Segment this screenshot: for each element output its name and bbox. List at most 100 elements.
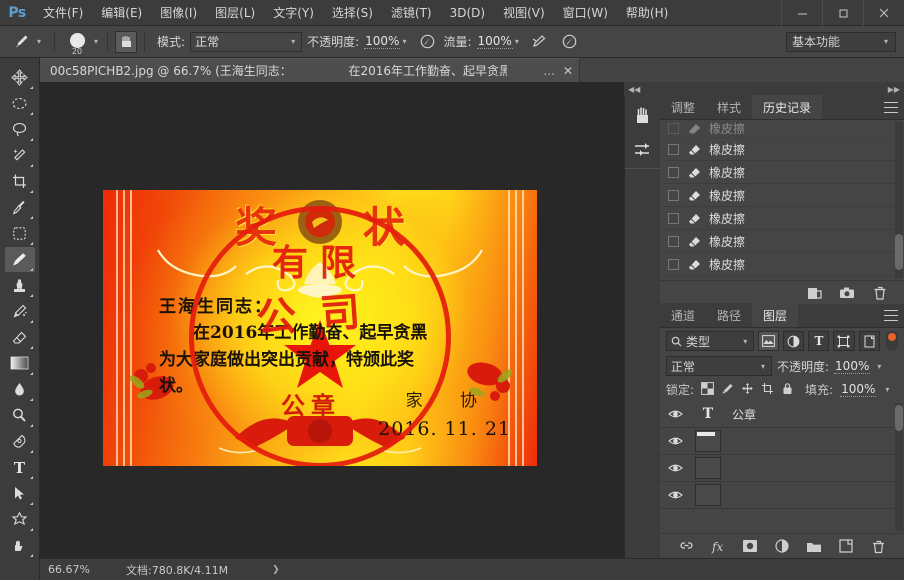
shape-tool[interactable] <box>5 507 35 532</box>
pen-tool[interactable] <box>5 429 35 454</box>
layer-thumbnail[interactable]: T <box>690 403 726 425</box>
history-item[interactable]: 橡皮擦 <box>660 230 904 253</box>
adjustments-panel-icon-button[interactable] <box>628 134 658 164</box>
layer-row[interactable] <box>660 428 904 455</box>
collapse-left-icon[interactable]: ◀◀ <box>628 85 640 94</box>
dodge-tool[interactable] <box>5 403 35 428</box>
layer-row[interactable]: T 公章 <box>660 401 904 428</box>
history-item[interactable]: 橡皮擦 <box>660 184 904 207</box>
layer-thumbnail[interactable] <box>690 484 726 506</box>
filter-shape-button[interactable] <box>833 331 854 351</box>
move-tool[interactable] <box>5 65 35 90</box>
lock-artboard-icon[interactable] <box>761 382 774 398</box>
patch-tool[interactable] <box>5 221 35 246</box>
history-brush-tool[interactable] <box>5 299 35 324</box>
menu-layer[interactable]: 图层(L) <box>206 0 264 26</box>
tab-layers[interactable]: 图层 <box>752 303 798 327</box>
lock-position-icon[interactable] <box>741 382 754 398</box>
canvas-area[interactable]: 奖状 王海生同志： 在2016年工作勤奋、起早贪黑 为大家庭做出突出贡献，特颁此… <box>40 82 660 558</box>
brush-size-chevron-icon[interactable]: ▾ <box>92 37 100 46</box>
status-zoom-level[interactable]: 66.67% <box>40 563 102 576</box>
layer-thumbnail[interactable] <box>690 457 726 479</box>
menu-3d[interactable]: 3D(D) <box>441 0 494 26</box>
history-snapshot-checkbox[interactable] <box>668 144 679 155</box>
brush-preset-picker[interactable]: ▾ <box>6 31 47 53</box>
layer-blend-mode-select[interactable]: 正常 ▾ <box>666 356 772 376</box>
layer-style-icon[interactable]: fx <box>710 538 727 555</box>
flow-value[interactable]: 100% <box>477 34 513 49</box>
layer-opacity-value[interactable]: 100% <box>834 359 870 374</box>
tab-channels[interactable]: 通道 <box>660 303 706 327</box>
brush-tool[interactable] <box>5 247 35 272</box>
tab-paths[interactable]: 路径 <box>706 303 752 327</box>
history-item[interactable]: 橡皮擦 <box>660 138 904 161</box>
filter-adjustment-button[interactable] <box>783 331 804 351</box>
close-button[interactable] <box>863 0 904 26</box>
history-item[interactable]: 橡皮擦 <box>660 276 904 280</box>
layer-visibility-toggle[interactable] <box>660 408 690 420</box>
create-document-from-state-icon[interactable] <box>805 284 822 301</box>
layer-row[interactable] <box>660 482 904 509</box>
layer-row[interactable] <box>660 455 904 482</box>
menu-filter[interactable]: 滤镜(T) <box>382 0 441 26</box>
menu-image[interactable]: 图像(I) <box>151 0 206 26</box>
eraser-tool[interactable] <box>5 325 35 350</box>
status-expand-icon[interactable]: ❯ <box>228 565 280 575</box>
history-list[interactable]: 橡皮擦 橡皮擦 橡皮擦 橡皮擦 <box>660 120 904 280</box>
crop-tool[interactable] <box>5 169 35 194</box>
type-tool[interactable]: T <box>5 455 35 480</box>
menu-window[interactable]: 窗口(W) <box>554 0 617 26</box>
filter-type-button[interactable]: T <box>808 331 829 351</box>
workspace-select[interactable]: 基本功能 ▾ <box>786 32 896 52</box>
layer-visibility-toggle[interactable] <box>660 435 690 447</box>
history-snapshot-checkbox[interactable] <box>668 123 679 134</box>
lasso-tool[interactable] <box>5 117 35 142</box>
marquee-tool[interactable] <box>5 91 35 116</box>
menu-view[interactable]: 视图(V) <box>494 0 554 26</box>
history-snapshot-checkbox[interactable] <box>668 190 679 201</box>
history-panel-menu-icon[interactable] <box>884 102 898 113</box>
clone-stamp-tool[interactable] <box>5 273 35 298</box>
collapse-right-icon[interactable]: ▶▶ <box>888 85 900 94</box>
hand-tool[interactable] <box>5 533 35 558</box>
history-item[interactable]: 橡皮擦 <box>660 207 904 230</box>
layer-thumbnail[interactable] <box>690 430 726 452</box>
pressure-opacity-button[interactable] <box>416 31 438 53</box>
menu-help[interactable]: 帮助(H) <box>617 0 677 26</box>
brush-panel-toggle-button[interactable] <box>115 31 137 53</box>
gradient-tool[interactable] <box>5 351 35 376</box>
panel-collapse-bar[interactable]: ◀◀ ▶▶ <box>624 82 904 96</box>
menu-file[interactable]: 文件(F) <box>34 0 92 26</box>
history-item[interactable]: 橡皮擦 <box>660 161 904 184</box>
delete-icon[interactable] <box>871 284 888 301</box>
filter-pixel-button[interactable] <box>758 331 779 351</box>
create-snapshot-icon[interactable] <box>838 284 855 301</box>
menu-type[interactable]: 文字(Y) <box>264 0 323 26</box>
minimize-button[interactable] <box>781 0 822 26</box>
history-snapshot-checkbox[interactable] <box>668 167 679 178</box>
blur-tool[interactable] <box>5 377 35 402</box>
tab-history[interactable]: 历史记录 <box>752 95 822 119</box>
path-selection-tool[interactable] <box>5 481 35 506</box>
layers-scroll-thumb[interactable] <box>895 405 903 431</box>
layer-visibility-toggle[interactable] <box>660 489 690 501</box>
layer-opacity-chevron-icon[interactable]: ▾ <box>875 362 883 371</box>
document-tab-close-icon[interactable]: ✕ <box>559 64 573 78</box>
pressure-size-button[interactable] <box>559 31 581 53</box>
layers-panel-menu-icon[interactable] <box>884 310 898 321</box>
link-layers-icon[interactable] <box>678 538 695 555</box>
history-snapshot-checkbox[interactable] <box>668 236 679 247</box>
tab-adjustments[interactable]: 调整 <box>660 95 706 119</box>
layer-mask-icon[interactable] <box>742 538 759 555</box>
history-snapshot-checkbox[interactable] <box>668 259 679 270</box>
magic-wand-tool[interactable] <box>5 143 35 168</box>
brush-panel-icon-button[interactable] <box>628 100 658 130</box>
flow-chevron-icon[interactable]: ▾ <box>513 37 521 46</box>
layers-list[interactable]: T 公章 <box>660 401 904 533</box>
document-tab[interactable]: 00c58PICHB2.jpg @ 66.7% (王海生同志： 在2016年工作… <box>40 58 580 82</box>
history-scroll-thumb[interactable] <box>895 234 903 270</box>
maximize-button[interactable] <box>822 0 863 26</box>
certificate-image[interactable]: 奖状 王海生同志： 在2016年工作勤奋、起早贪黑 为大家庭做出突出贡献，特颁此… <box>103 190 537 466</box>
history-item[interactable]: 橡皮擦 <box>660 253 904 276</box>
menu-edit[interactable]: 编辑(E) <box>92 0 151 26</box>
